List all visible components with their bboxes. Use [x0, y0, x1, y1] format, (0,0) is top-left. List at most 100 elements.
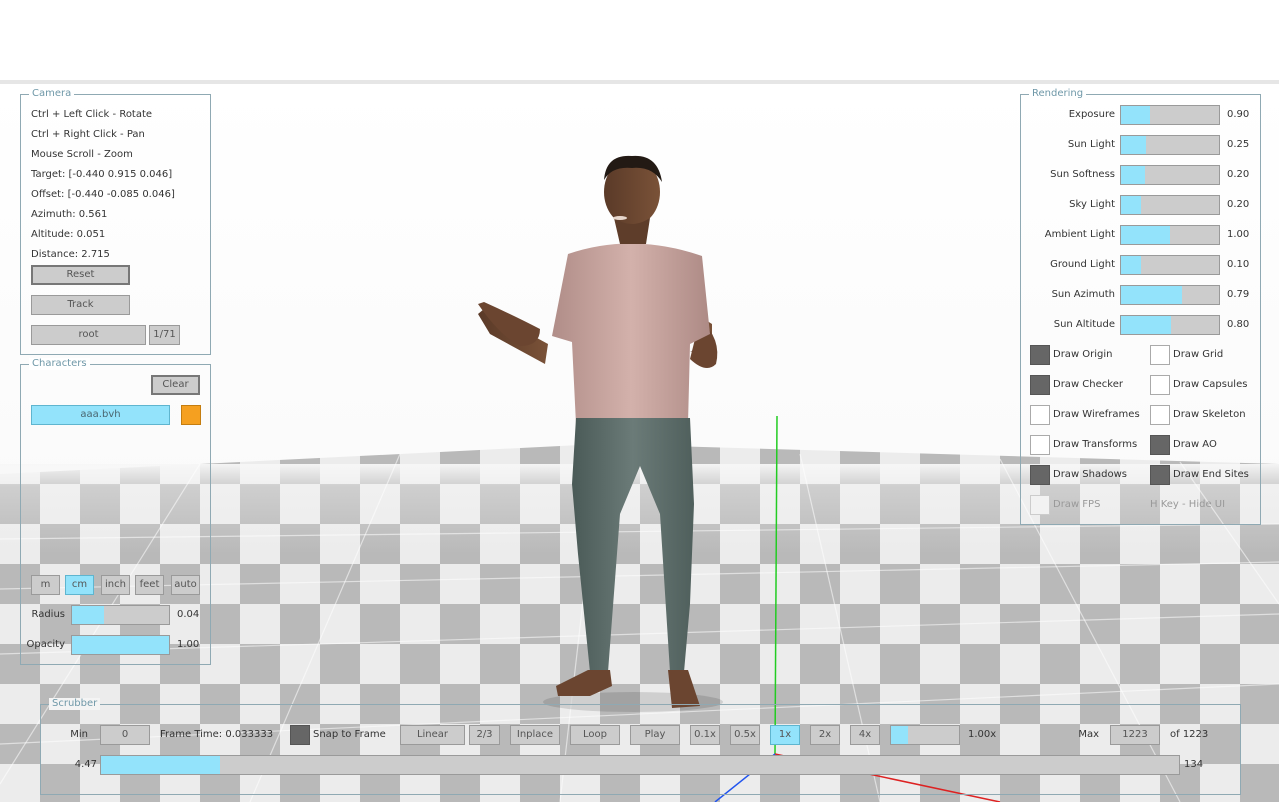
draw-transforms-checkbox[interactable] — [1030, 435, 1050, 455]
character-item-aaa-bvh[interactable]: aaa.bvh — [31, 405, 170, 425]
radius-slider[interactable] — [71, 605, 170, 625]
sun-light-label: Sun Light — [1067, 139, 1115, 150]
radius-value: 0.04 — [177, 609, 200, 620]
speed-1x-button[interactable]: 1x — [770, 725, 800, 745]
sun-softness-value: 0.20 — [1227, 169, 1250, 180]
ground-light-slider[interactable] — [1120, 255, 1220, 275]
character-color-swatch[interactable] — [181, 405, 201, 425]
current-time-readout: 4.47 — [74, 759, 97, 770]
timeline-scrubber[interactable] — [100, 755, 1180, 775]
draw-grid-checkbox[interactable] — [1150, 345, 1170, 365]
draw-capsules-checkbox[interactable] — [1150, 375, 1170, 395]
speed-slider-fill — [891, 726, 908, 744]
unit-m-button[interactable]: m — [31, 575, 60, 595]
camera-bone-dropdown[interactable]: root — [31, 325, 146, 345]
total-frames-readout: of 1223 — [1170, 729, 1209, 740]
clear-characters-button[interactable]: Clear — [151, 375, 200, 395]
sun-azimuth-slider[interactable] — [1120, 285, 1220, 305]
ambient-light-value: 1.00 — [1227, 229, 1250, 240]
sky-light-slider-fill — [1121, 196, 1141, 214]
sky-light-value: 0.20 — [1227, 199, 1250, 210]
characters-panel: Characters Clear aaa.bvh m cm inch feet … — [20, 358, 211, 665]
draw-transforms-label: Draw Transforms — [1053, 439, 1138, 450]
sun-altitude-value: 0.80 — [1227, 319, 1250, 330]
draw-end-sites-label: Draw End Sites — [1173, 469, 1249, 480]
frame-time-readout: Frame Time: 0.033333 — [160, 729, 274, 740]
draw-skeleton-label: Draw Skeleton — [1173, 409, 1246, 420]
ground-light-label: Ground Light — [1050, 259, 1115, 270]
snap-to-frame-label: Snap to Frame — [313, 729, 386, 740]
rendering-panel-title: Rendering — [1029, 88, 1087, 100]
draw-skeleton-checkbox[interactable] — [1150, 405, 1170, 425]
radius-slider-fill — [72, 606, 104, 624]
sky-light-slider[interactable] — [1120, 195, 1220, 215]
camera-bone-counter[interactable]: 1/71 — [149, 325, 180, 345]
ambient-light-label: Ambient Light — [1044, 229, 1115, 240]
sky-light-label: Sky Light — [1069, 199, 1115, 210]
characters-panel-title: Characters — [29, 358, 90, 370]
scrubber-max-label: Max — [1078, 729, 1099, 740]
speed-slider[interactable] — [890, 725, 960, 745]
exposure-slider[interactable] — [1120, 105, 1220, 125]
interpolation-dropdown[interactable]: Linear — [400, 725, 465, 745]
loop-button[interactable]: Loop — [570, 725, 620, 745]
sun-altitude-slider[interactable] — [1120, 315, 1220, 335]
speed-2x-button[interactable]: 2x — [810, 725, 840, 745]
ambient-light-slider[interactable] — [1120, 225, 1220, 245]
scrubber-panel: Scrubber Min 0 Frame Time: 0.033333 Snap… — [40, 698, 1241, 795]
snap-to-frame-checkbox[interactable] — [290, 725, 310, 745]
camera-help-rotate: Ctrl + Left Click - Rotate — [31, 109, 153, 120]
draw-checker-checkbox[interactable] — [1030, 375, 1050, 395]
draw-ao-label: Draw AO — [1173, 439, 1217, 450]
unit-cm-button[interactable]: cm — [65, 575, 94, 595]
speed-0-1x-button[interactable]: 0.1x — [690, 725, 720, 745]
speed-4x-button[interactable]: 4x — [850, 725, 880, 745]
interpolation-counter[interactable]: 2/3 — [469, 725, 500, 745]
opacity-label: Opacity — [26, 639, 65, 650]
ambient-light-slider-fill — [1121, 226, 1170, 244]
unit-auto-button[interactable]: auto — [171, 575, 200, 595]
sun-softness-slider-fill — [1121, 166, 1145, 184]
top-bar — [0, 0, 1279, 84]
timeline-progress-fill — [101, 756, 220, 774]
camera-distance-readout: Distance: 2.715 — [31, 249, 110, 260]
draw-fps-checkbox[interactable] — [1030, 495, 1050, 515]
sun-softness-slider[interactable] — [1120, 165, 1220, 185]
sun-light-slider-fill — [1121, 136, 1146, 154]
draw-shadows-checkbox[interactable] — [1030, 465, 1050, 485]
inplace-button[interactable]: Inplace — [510, 725, 560, 745]
draw-origin-label: Draw Origin — [1053, 349, 1113, 360]
unit-feet-button[interactable]: feet — [135, 575, 164, 595]
radius-label: Radius — [31, 609, 65, 620]
draw-wireframes-label: Draw Wireframes — [1053, 409, 1140, 420]
draw-shadows-label: Draw Shadows — [1053, 469, 1127, 480]
camera-track-button[interactable]: Track — [31, 295, 130, 315]
draw-capsules-label: Draw Capsules — [1173, 379, 1248, 390]
camera-panel-title: Camera — [29, 88, 75, 100]
scrubber-max-input[interactable]: 1223 — [1110, 725, 1160, 745]
camera-help-zoom: Mouse Scroll - Zoom — [31, 149, 133, 160]
unit-inch-button[interactable]: inch — [101, 575, 130, 595]
camera-azimuth-readout: Azimuth: 0.561 — [31, 209, 108, 220]
opacity-slider[interactable] — [71, 635, 170, 655]
sun-azimuth-label: Sun Azimuth — [1051, 289, 1115, 300]
draw-ao-checkbox[interactable] — [1150, 435, 1170, 455]
opacity-value: 1.00 — [177, 639, 200, 650]
camera-altitude-readout: Altitude: 0.051 — [31, 229, 106, 240]
camera-reset-button[interactable]: Reset — [31, 265, 130, 285]
scrubber-min-input[interactable]: 0 — [100, 725, 150, 745]
draw-fps-label: Draw FPS — [1053, 499, 1101, 510]
speed-0-5x-button[interactable]: 0.5x — [730, 725, 760, 745]
play-button[interactable]: Play — [630, 725, 680, 745]
draw-origin-checkbox[interactable] — [1030, 345, 1050, 365]
sun-azimuth-value: 0.79 — [1227, 289, 1250, 300]
scrubber-panel-title: Scrubber — [49, 698, 101, 710]
hide-ui-hint: H Key - Hide UI — [1150, 499, 1226, 510]
rendering-panel: Rendering Exposure 0.90 Sun Light 0.25 S… — [1020, 88, 1261, 525]
draw-checker-label: Draw Checker — [1053, 379, 1123, 390]
sun-light-slider[interactable] — [1120, 135, 1220, 155]
draw-wireframes-checkbox[interactable] — [1030, 405, 1050, 425]
draw-end-sites-checkbox[interactable] — [1150, 465, 1170, 485]
sun-azimuth-slider-fill — [1121, 286, 1182, 304]
camera-target-readout: Target: [-0.440 0.915 0.046] — [31, 169, 173, 180]
